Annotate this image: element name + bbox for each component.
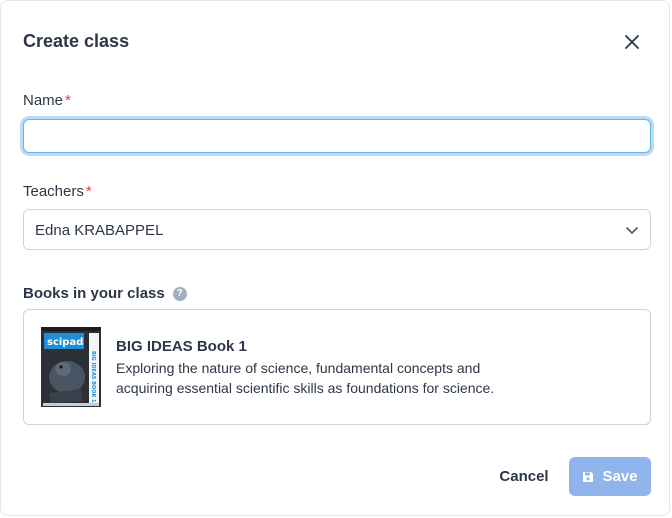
name-required-mark: * (65, 92, 71, 109)
name-label-text: Name (23, 92, 64, 109)
close-button[interactable] (619, 29, 645, 55)
book-card: scipad BIG IDEAS BOOK 1 BIG IDEAS Book 1… (23, 309, 651, 425)
book-description: Exploring the nature of science, fundame… (116, 360, 495, 396)
teachers-select[interactable]: Edna KRABAPPEL (23, 209, 651, 250)
teachers-selected-value: Edna KRABAPPEL (35, 222, 164, 239)
cover-spine-text: BIG IDEAS BOOK 1 (90, 351, 96, 403)
floppy-disk-icon (583, 471, 594, 482)
book-title: BIG IDEAS Book 1 (116, 338, 247, 355)
create-class-dialog: Create class Name * Teachers * Edna KRABAP… (0, 0, 670, 516)
cover-brand-text: scipad (47, 337, 83, 348)
close-icon (625, 35, 639, 49)
name-label: Name * (23, 92, 71, 109)
book-cover-image: scipad BIG IDEAS BOOK 1 (41, 327, 101, 407)
question-circle-icon[interactable]: ? (172, 286, 187, 301)
teachers-required-mark: * (85, 183, 92, 200)
name-input[interactable] (23, 119, 651, 153)
books-section-label: Books in your class ? (23, 285, 187, 302)
teachers-label: Teachers * (23, 183, 92, 200)
save-button-label: Save (602, 468, 638, 485)
chevron-down-icon (626, 227, 638, 234)
books-label-text: Books in your class (23, 285, 165, 302)
cancel-button[interactable]: Cancel (487, 457, 561, 495)
save-button[interactable]: Save (569, 457, 651, 496)
teachers-label-text: Teachers (23, 183, 84, 200)
dialog-title: Create class (23, 31, 130, 51)
